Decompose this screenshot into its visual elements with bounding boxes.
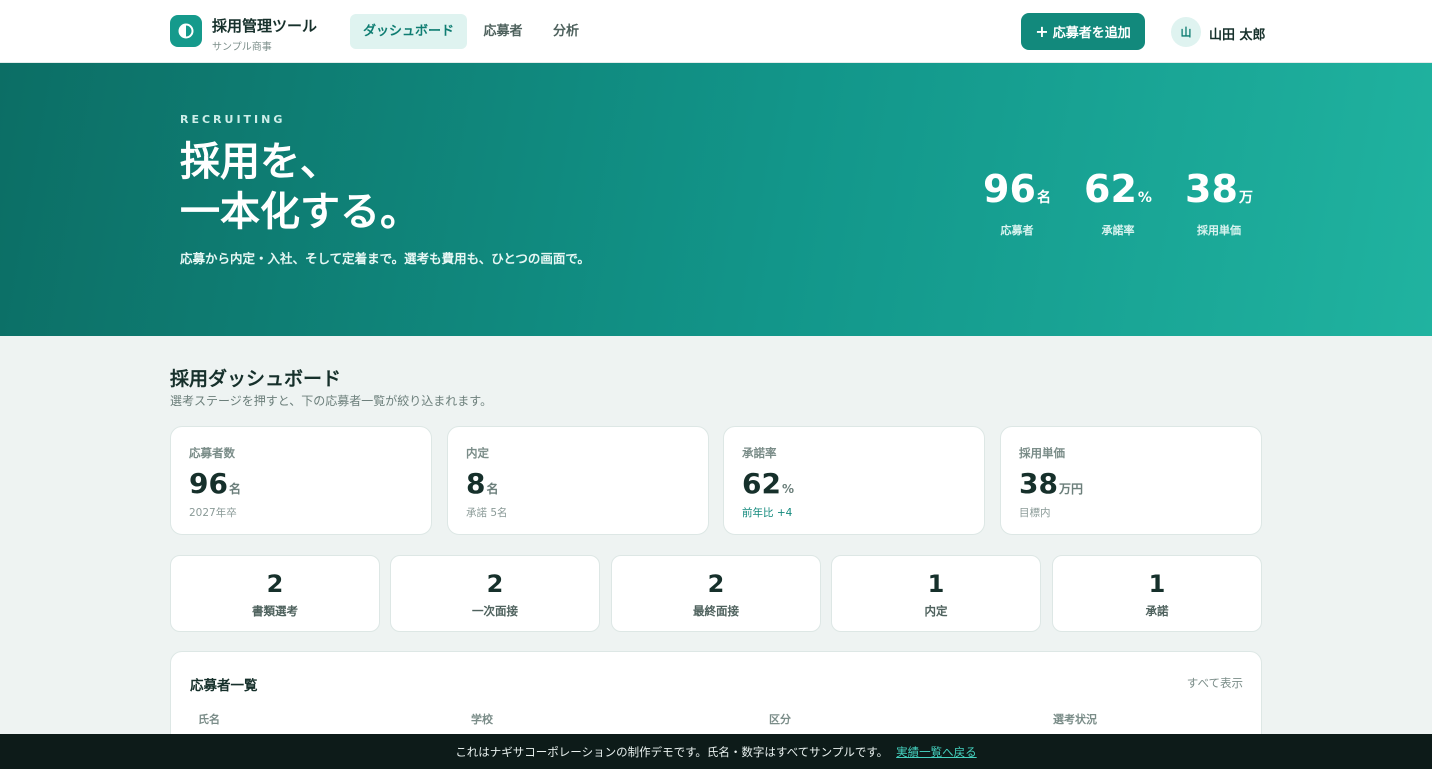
- stage-label: 最終面接: [693, 604, 739, 618]
- stage-count: 1: [1148, 570, 1166, 598]
- back-to-portfolio-link[interactable]: 実績一覧へ戻る: [896, 744, 977, 760]
- kpi-value: 62%: [742, 467, 794, 500]
- stage-label: 書類選考: [252, 604, 298, 618]
- kpi-note: 前年比 +4: [742, 507, 793, 519]
- column-header-category[interactable]: 区分: [769, 711, 791, 727]
- kpi-number: 8: [466, 467, 486, 500]
- hero-title: 採用を、 一本化する。: [180, 137, 420, 237]
- page-title: 採用ダッシュボード: [170, 368, 342, 390]
- applicant-list-title: 応募者一覧: [190, 678, 258, 694]
- nav-analytics[interactable]: 分析: [541, 14, 591, 49]
- kpi-card-applicants: 応募者数 96名 2027年卒: [170, 426, 432, 535]
- stage-label: 一次面接: [472, 604, 518, 618]
- half-circle-icon: [178, 23, 194, 39]
- kpi-number: 96: [189, 467, 228, 500]
- kpi-note: 承諾 5名: [466, 507, 508, 519]
- stage-offer[interactable]: 1 内定: [831, 555, 1041, 632]
- kpi-card-acceptance-rate: 承諾率 62% 前年比 +4: [723, 426, 985, 535]
- plus-icon: +: [1035, 21, 1049, 41]
- hero-stat-value: 62%: [1083, 167, 1153, 220]
- kpi-label: 内定: [466, 446, 489, 460]
- demo-notice-text: これはナギサコーポレーションの制作デモです。氏名・数字はすべてサンプルです。: [455, 744, 889, 759]
- hero-stat-unit: %: [1137, 190, 1152, 206]
- stage-document-screening[interactable]: 2 書類選考: [170, 555, 380, 632]
- hero-stat-number: 96: [983, 167, 1036, 211]
- hero-title-line1: 採用を、: [180, 139, 340, 185]
- hero-stat-applicants: 96名 応募者: [983, 167, 1051, 238]
- kpi-unit: 万円: [1058, 482, 1083, 496]
- kpi-value: 8名: [466, 467, 499, 500]
- column-header-status[interactable]: 選考状況: [1053, 711, 1097, 727]
- hero-stat-label: 採用単価: [1197, 224, 1241, 237]
- hero-stat-label: 承諾率: [1101, 224, 1135, 237]
- stage-first-interview[interactable]: 2 一次面接: [390, 555, 600, 632]
- hero-stat-unit: 名: [1036, 190, 1051, 206]
- avatar[interactable]: 山: [1171, 17, 1201, 47]
- kpi-unit: 名: [228, 482, 241, 496]
- app-logo[interactable]: [170, 15, 202, 47]
- kpi-card-offers: 内定 8名 承諾 5名: [447, 426, 709, 535]
- hero-stat-number: 38: [1185, 167, 1238, 211]
- stage-label: 承諾: [1145, 604, 1169, 618]
- stage-count: 2: [266, 570, 284, 598]
- see-all-link[interactable]: すべて表示: [1187, 675, 1243, 691]
- hero-banner: RECRUITING 採用を、 一本化する。 応募から内定・入社、そして定着まで…: [0, 63, 1432, 336]
- hero-title-line2: 一本化する。: [180, 189, 420, 235]
- kpi-number: 38: [1019, 467, 1058, 500]
- company-name: サンプル商事: [212, 42, 272, 53]
- hero-eyebrow: RECRUITING: [180, 113, 286, 126]
- kpi-value: 38万円: [1019, 467, 1083, 500]
- add-applicant-label: 応募者を追加: [1052, 26, 1131, 41]
- hero-stat-acceptance: 62% 承諾率: [1083, 167, 1153, 238]
- stage-count: 2: [486, 570, 504, 598]
- hero-stat-cost: 38万 採用単価: [1185, 167, 1253, 238]
- hero-stat-unit: 万: [1238, 190, 1253, 206]
- stage-accepted[interactable]: 1 承諾: [1052, 555, 1262, 632]
- column-header-name[interactable]: 氏名: [198, 711, 220, 727]
- hero-description: 応募から内定・入社、そして定着まで。選考も費用も、ひとつの画面で。: [180, 251, 590, 266]
- kpi-label: 応募者数: [189, 446, 235, 460]
- kpi-note: 目標内: [1019, 507, 1051, 519]
- hero-stat-label: 応募者: [1000, 224, 1034, 237]
- nav-applicants[interactable]: 応募者: [475, 14, 531, 49]
- stage-count: 1: [927, 570, 945, 598]
- user-name[interactable]: 山田 太郎: [1209, 24, 1266, 43]
- stage-label: 内定: [924, 604, 948, 618]
- add-applicant-button[interactable]: + 応募者を追加: [1021, 13, 1145, 50]
- hero-stat-number: 62: [1084, 167, 1137, 211]
- nav-dashboard[interactable]: ダッシュボード: [350, 14, 467, 49]
- kpi-number: 62: [742, 467, 781, 500]
- kpi-unit: %: [781, 482, 794, 496]
- kpi-unit: 名: [486, 482, 499, 496]
- kpi-note: 2027年卒: [189, 507, 237, 519]
- stage-final-interview[interactable]: 2 最終面接: [611, 555, 821, 632]
- page-subtitle: 選考ステージを押すと、下の応募者一覧が絞り込まれます。: [170, 394, 493, 408]
- stage-count: 2: [707, 570, 725, 598]
- top-header: 採用管理ツール サンプル商事 ダッシュボード 応募者 分析 + 応募者を追加 山…: [0, 0, 1432, 63]
- hero-stat-value: 38万: [1185, 167, 1253, 220]
- kpi-value: 96名: [189, 467, 241, 500]
- demo-notice-banner: これはナギサコーポレーションの制作デモです。氏名・数字はすべてサンプルです。 実…: [0, 734, 1432, 769]
- app-title: 採用管理ツール: [212, 17, 318, 35]
- kpi-label: 承諾率: [742, 446, 777, 460]
- hero-stat-value: 96名: [983, 167, 1051, 220]
- kpi-card-hiring-cost: 採用単価 38万円 目標内: [1000, 426, 1262, 535]
- kpi-label: 採用単価: [1019, 446, 1065, 460]
- column-header-school[interactable]: 学校: [471, 711, 493, 727]
